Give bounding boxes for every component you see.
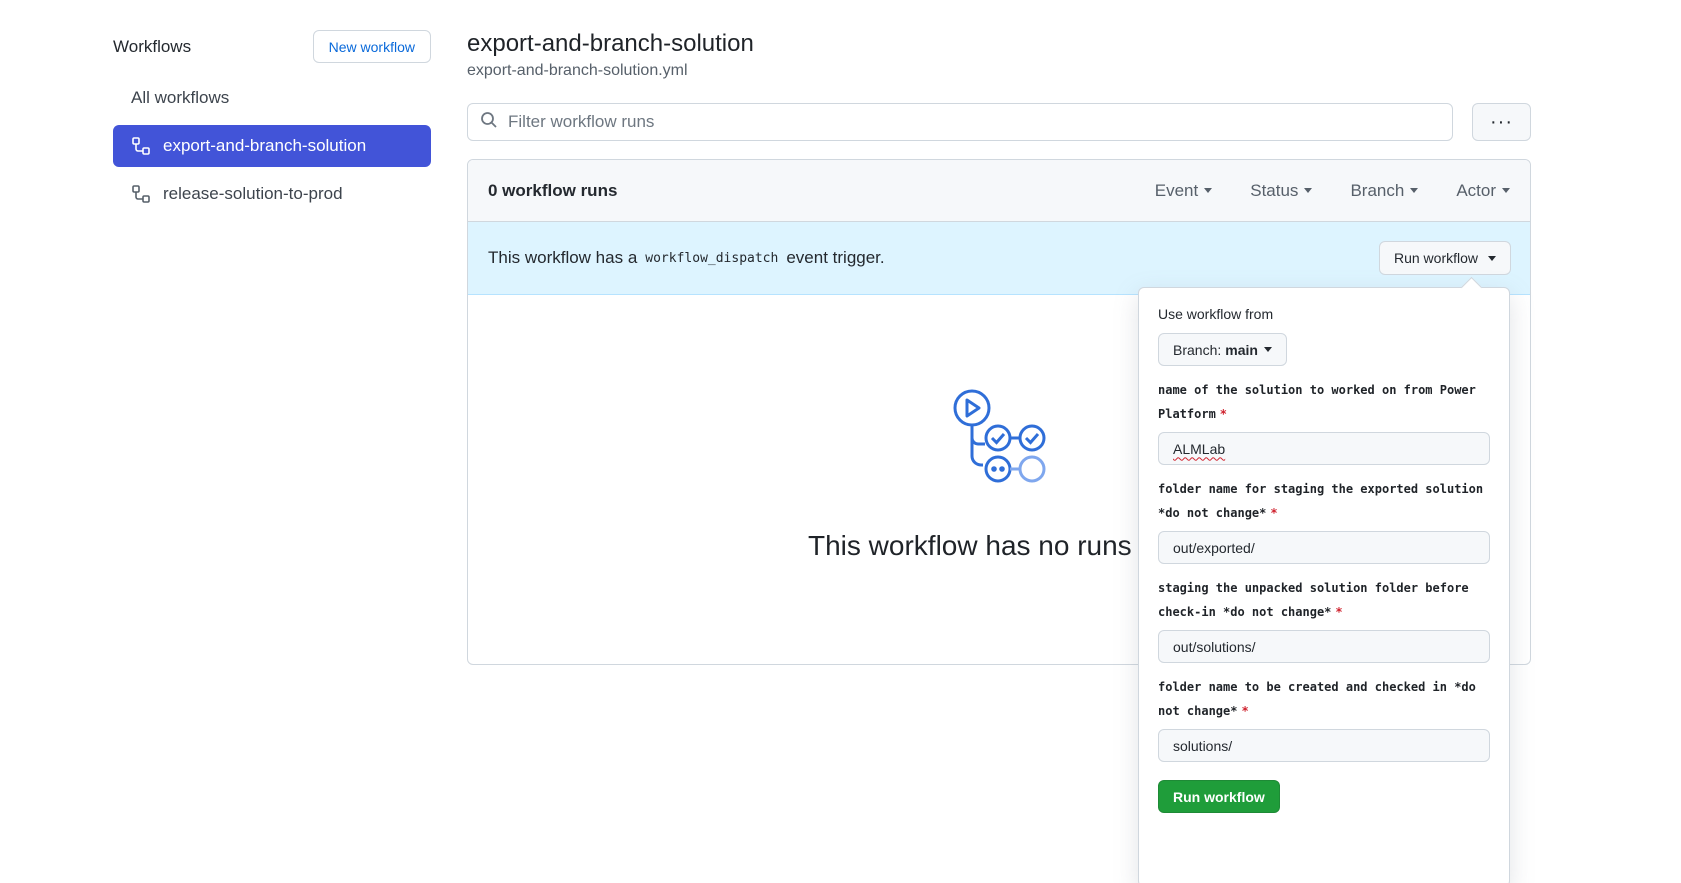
chevron-down-icon xyxy=(1263,347,1272,352)
required-mark: * xyxy=(1219,407,1228,421)
workflow-icon xyxy=(131,184,151,204)
export-folder-label-text: folder name for staging the exported sol… xyxy=(1158,482,1484,520)
branch-name: main xyxy=(1225,341,1258,358)
export-folder-label: folder name for staging the exported sol… xyxy=(1158,477,1490,525)
required-mark: * xyxy=(1335,605,1343,619)
checkin-folder-input[interactable]: solutions/ xyxy=(1158,729,1490,762)
main-content: export-and-branch-solution export-and-br… xyxy=(467,28,1531,665)
filter-placeholder: Filter workflow runs xyxy=(508,112,655,131)
runs-count: 0 workflow runs xyxy=(488,180,618,200)
workflow-empty-icon xyxy=(952,388,1052,488)
filter-workflow-runs-input[interactable]: Filter workflow runs xyxy=(467,103,1453,141)
use-workflow-from-label: Use workflow from xyxy=(1158,306,1274,322)
more-options-button[interactable]: ··· xyxy=(1472,103,1531,141)
actor-filter[interactable]: Actor xyxy=(1456,181,1510,201)
solution-name-value: ALMLab xyxy=(1173,440,1226,457)
event-filter[interactable]: Event xyxy=(1154,180,1213,201)
solution-name-label-text: name of the solution to worked on from P… xyxy=(1158,383,1476,421)
unpack-folder-label: staging the unpacked solution folder bef… xyxy=(1158,576,1490,624)
export-folder-input[interactable]: out/exported/ xyxy=(1158,531,1490,564)
sidebar-item-label: release-solution-to-prod xyxy=(163,184,343,203)
export-folder-value: out/exported/ xyxy=(1173,539,1255,556)
sidebar-item-all-workflows[interactable]: All workflows xyxy=(113,77,431,119)
sidebar-item-export-and-branch-solution[interactable]: export-and-branch-solution xyxy=(113,125,431,167)
run-workflow-submit-button[interactable]: Run workflow xyxy=(1158,780,1280,813)
new-workflow-button[interactable]: New workflow xyxy=(312,30,431,63)
unpack-folder-label-text: staging the unpacked solution folder bef… xyxy=(1158,581,1469,619)
chevron-down-icon xyxy=(1304,188,1313,193)
chevron-down-icon xyxy=(1488,255,1496,261)
sidebar-item-label: export-and-branch-solution xyxy=(163,136,367,155)
checkin-folder-label-text: folder name to be created and checked in… xyxy=(1158,680,1476,718)
chevron-down-icon xyxy=(1410,188,1419,193)
sidebar-item-release-solution-to-prod[interactable]: release-solution-to-prod xyxy=(113,173,431,215)
dispatch-prefix: This workflow has a xyxy=(488,248,638,267)
dispatch-code: workflow_dispatch xyxy=(645,250,779,266)
checkin-folder-value: solutions/ xyxy=(1173,737,1233,754)
dispatch-text: This workflow has a workflow_dispatch ev… xyxy=(488,248,1379,268)
kebab-horizontal-icon: ··· xyxy=(1490,110,1513,133)
dispatch-suffix: event trigger. xyxy=(786,248,885,267)
branch-filter-label: Branch xyxy=(1350,180,1405,200)
chevron-down-icon xyxy=(1502,188,1510,193)
run-workflow-panel: Use workflow from Branch: main name of t… xyxy=(1138,287,1510,883)
status-filter-label: Status xyxy=(1250,180,1299,200)
solution-name-label: name of the solution to worked on from P… xyxy=(1158,378,1490,426)
required-mark: * xyxy=(1241,704,1249,718)
search-icon xyxy=(480,111,498,134)
runs-header: 0 workflow runs Event Status Branch Acto… xyxy=(468,160,1530,222)
branch-select-button[interactable]: Branch: main xyxy=(1158,333,1287,366)
actor-filter-label: Actor xyxy=(1456,180,1496,200)
status-filter[interactable]: Status xyxy=(1250,180,1313,201)
solution-name-input[interactable]: ALMLab xyxy=(1158,432,1490,465)
empty-state-title: This workflow has no runs xyxy=(808,530,1132,561)
workflows-sidebar: Workflows New workflow All workflows exp… xyxy=(113,30,431,215)
run-workflow-dropdown-button[interactable]: Run workflow xyxy=(1378,241,1511,275)
branch-filter[interactable]: Branch xyxy=(1350,180,1419,201)
required-mark: * xyxy=(1270,506,1278,520)
event-filter-label: Event xyxy=(1154,180,1199,200)
unpack-folder-input[interactable]: out/solutions/ xyxy=(1158,630,1490,663)
run-workflow-label: Run workflow xyxy=(1393,250,1478,266)
sidebar-title: Workflows xyxy=(113,36,192,56)
dispatch-banner: This workflow has a workflow_dispatch ev… xyxy=(468,222,1530,295)
unpack-folder-value: out/solutions/ xyxy=(1173,638,1256,655)
workflow-icon xyxy=(131,136,151,156)
checkin-folder-label: folder name to be created and checked in… xyxy=(1158,675,1490,723)
workflow-file-link[interactable]: export-and-branch-solution.yml xyxy=(467,62,1531,80)
branch-prefix: Branch: xyxy=(1173,341,1222,358)
sidebar-header: Workflows New workflow xyxy=(113,30,431,63)
page-title: export-and-branch-solution xyxy=(467,30,754,57)
chevron-down-icon xyxy=(1204,188,1213,193)
filter-row: Filter workflow runs ··· xyxy=(467,103,1531,141)
